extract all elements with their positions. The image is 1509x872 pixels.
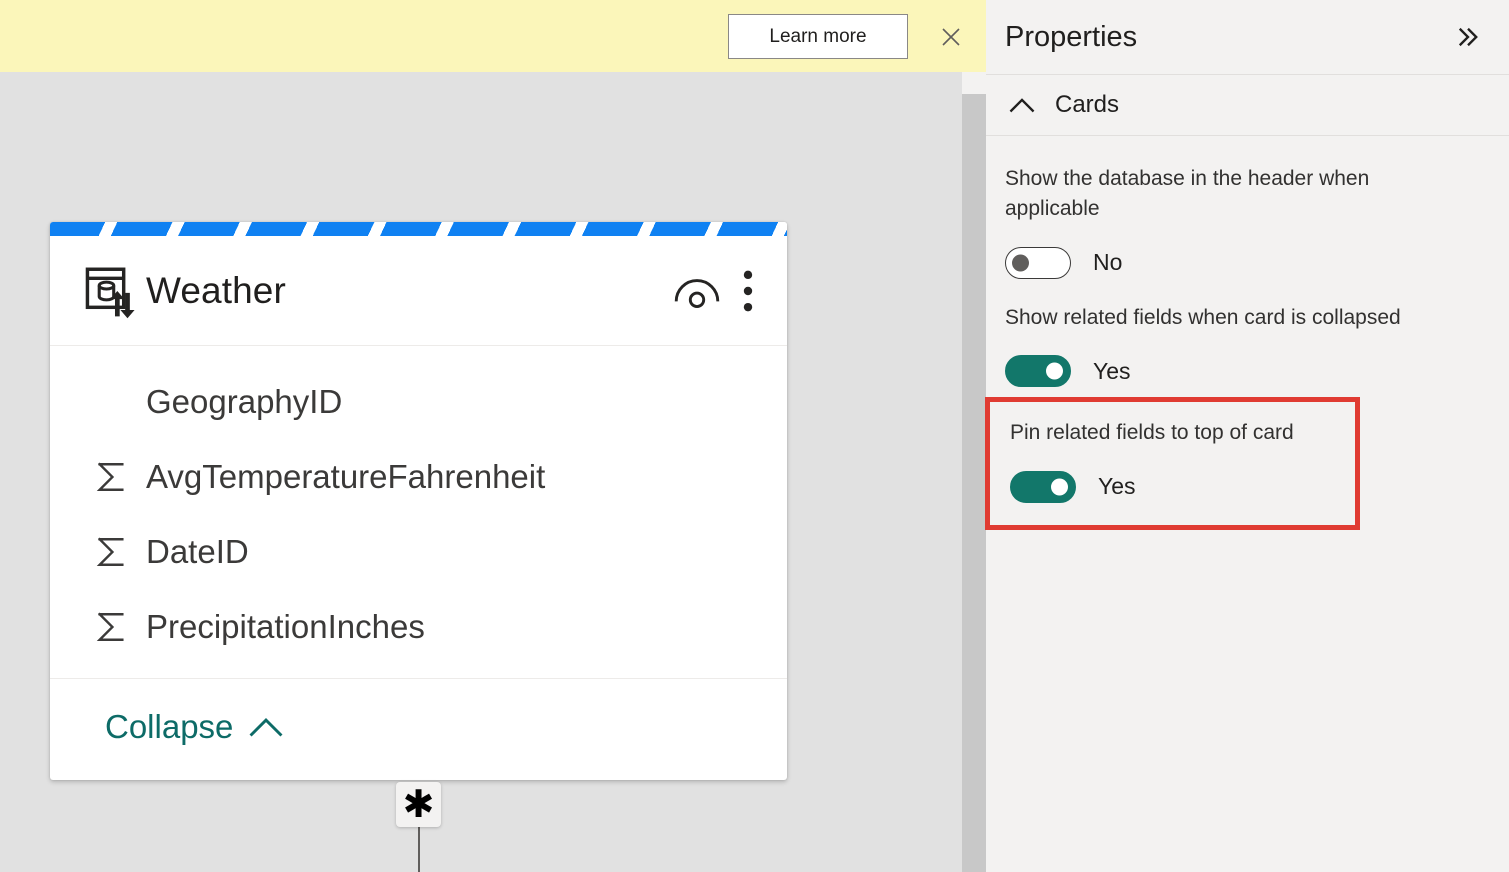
property-pin-related-fields-to-top: Pin related fields to top of card Yes — [985, 397, 1360, 530]
double-chevron-right-icon[interactable] — [1451, 20, 1485, 54]
card-header-actions — [673, 270, 753, 312]
toggle-knob — [1012, 254, 1029, 272]
chevron-up-icon — [249, 708, 283, 746]
sigma-icon — [76, 535, 146, 569]
property-label: Show the database in the header when app… — [1005, 167, 1370, 221]
field-label: PrecipitationInches — [146, 607, 425, 645]
field-label: GeographyID — [146, 382, 343, 420]
sigma-icon — [76, 610, 146, 644]
collapse-card-button[interactable]: Collapse — [105, 708, 283, 746]
relationship-cardinality-badge[interactable]: ✱ — [396, 782, 441, 827]
property-toggle-row: No — [1005, 246, 1489, 279]
toggle-switch[interactable] — [1005, 246, 1071, 279]
chevron-up-icon — [1005, 97, 1039, 113]
card-selected-stripe — [50, 222, 787, 236]
property-label: Show related fields when card is collaps… — [1005, 305, 1401, 329]
toggle-switch[interactable] — [1010, 470, 1076, 503]
sigma-icon — [76, 460, 146, 494]
card-footer: Collapse — [50, 678, 787, 774]
more-options-icon[interactable] — [743, 270, 753, 312]
field-row[interactable]: GeographyID — [50, 364, 787, 439]
canvas-vertical-scrollbar-thumb[interactable] — [962, 94, 986, 872]
properties-body: Show the database in the header when app… — [985, 136, 1509, 530]
directquery-table-icon — [76, 262, 146, 320]
learn-more-button[interactable]: Learn more — [728, 14, 908, 59]
close-icon[interactable] — [936, 22, 966, 52]
field-row[interactable]: PrecipitationInches — [50, 589, 787, 664]
toggle-value-label: Yes — [1098, 473, 1136, 500]
toggle-switch[interactable] — [1005, 355, 1071, 388]
app-root: Learn more Weather GeographyID AvgTemper… — [0, 0, 1509, 872]
property-show-related-fields-when-collapsed: Show related fields when card is collaps… — [986, 289, 1509, 397]
preview-data-icon[interactable] — [673, 274, 721, 308]
page-title: Properties — [1005, 20, 1138, 53]
field-row[interactable]: AvgTemperatureFahrenheit — [50, 439, 787, 514]
toggle-knob — [1046, 362, 1063, 380]
property-toggle-row: Yes — [1010, 470, 1335, 503]
section-title: Cards — [1055, 91, 1120, 118]
card-header: Weather — [50, 236, 787, 346]
field-label: DateID — [146, 532, 249, 570]
toggle-value-label: Yes — [1093, 357, 1131, 384]
property-toggle-row: Yes — [1005, 355, 1489, 388]
toggle-knob — [1051, 478, 1068, 496]
properties-pane: Properties Cards Show the database in th… — [985, 0, 1509, 872]
card-field-list: GeographyID AvgTemperatureFahrenheit Dat… — [50, 346, 787, 678]
table-card-weather[interactable]: Weather GeographyID AvgTemperatureFahren… — [50, 222, 787, 780]
collapse-label: Collapse — [105, 707, 234, 745]
properties-header: Properties — [986, 0, 1509, 75]
property-label: Pin related fields to top of card — [1010, 421, 1294, 445]
card-title: Weather — [146, 269, 286, 311]
property-show-database-in-header: Show the database in the header when app… — [986, 150, 1509, 289]
notification-banner: Learn more — [0, 0, 986, 72]
field-label: AvgTemperatureFahrenheit — [146, 457, 546, 495]
relationship-line — [418, 825, 420, 872]
section-header-cards[interactable]: Cards — [986, 75, 1509, 136]
toggle-value-label: No — [1093, 249, 1123, 276]
field-row[interactable]: DateID — [50, 514, 787, 589]
